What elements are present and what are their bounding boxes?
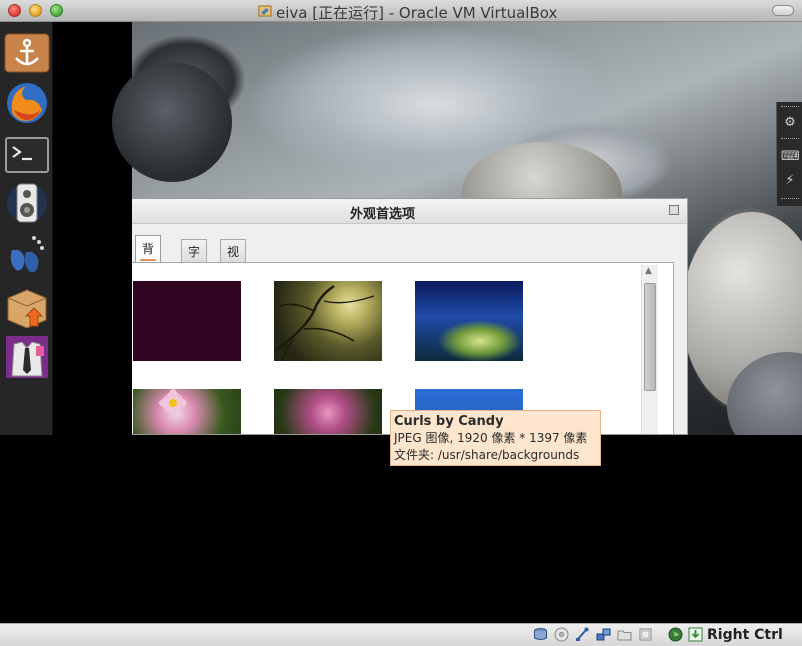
launcher-item-software-center[interactable] bbox=[4, 284, 50, 330]
tab-fonts[interactable]: 字体 bbox=[181, 239, 208, 283]
terminal-icon bbox=[5, 137, 49, 173]
shared-folder-icon[interactable] bbox=[617, 627, 632, 642]
tree-branches-graphic bbox=[273, 284, 375, 362]
shirt-tie-icon bbox=[6, 336, 48, 378]
launcher-item-terminal[interactable] bbox=[4, 132, 50, 178]
dialog-maximize-button[interactable] bbox=[669, 205, 679, 215]
window-title: eiva [正在运行] - Oracle VM VirtualBox bbox=[276, 4, 558, 22]
launcher-item-firefox[interactable] bbox=[4, 80, 50, 126]
launcher-item-appearance[interactable] bbox=[4, 334, 50, 380]
launcher-item-ubuntu-one[interactable] bbox=[4, 30, 50, 76]
toolbar-toggle-button[interactable] bbox=[772, 5, 794, 16]
plug-icon[interactable]: ⚡ bbox=[781, 172, 799, 190]
tooltip-info: JPEG 图像, 1920 像素 * 1397 像素 bbox=[394, 431, 588, 445]
wallpaper-thumbnail[interactable] bbox=[133, 281, 241, 361]
vbox-mini-toolbar: ⚙ ⌨ ⚡ bbox=[776, 102, 802, 206]
virtualbox-icon bbox=[258, 5, 272, 17]
tab-visual-effects[interactable]: 视觉效果 bbox=[220, 239, 247, 331]
flower-graphic bbox=[159, 389, 187, 417]
vbox-statusbar: Right Ctrl bbox=[0, 623, 802, 646]
chat-bubbles-icon bbox=[10, 236, 44, 273]
globe-icon[interactable] bbox=[668, 627, 683, 642]
wallpaper-thumbnail[interactable] bbox=[415, 281, 523, 361]
zoom-window-button[interactable] bbox=[50, 4, 63, 17]
network-icon[interactable] bbox=[596, 627, 611, 642]
gear-icon[interactable]: ⚙ bbox=[781, 114, 799, 132]
vbox-titlebar: eiva [正在运行] - Oracle VM VirtualBox bbox=[0, 0, 802, 22]
optical-disc-icon[interactable] bbox=[554, 627, 569, 642]
launcher-item-rhythmbox[interactable] bbox=[4, 180, 50, 226]
toolbar-grip bbox=[781, 198, 799, 201]
scrollbar-thumb[interactable] bbox=[644, 283, 656, 391]
toolbar-grip bbox=[781, 138, 799, 141]
launcher-item-empathy[interactable] bbox=[4, 230, 50, 276]
keyboard-icon[interactable]: ⌨ bbox=[781, 148, 800, 166]
firefox-icon bbox=[7, 83, 47, 123]
tab-background[interactable]: 背景 bbox=[135, 235, 162, 283]
guest-display[interactable]: ⚙ ⌨ ⚡ 外观首选项 背景 字体 视觉效果 bbox=[0, 22, 802, 435]
package-icon bbox=[7, 289, 47, 329]
host-key-label: Right Ctrl bbox=[707, 627, 783, 643]
minimize-window-button[interactable] bbox=[29, 4, 42, 17]
hard-disk-icon[interactable] bbox=[533, 627, 548, 642]
dialog-titlebar: 外观首选项 bbox=[132, 199, 687, 224]
wallpaper-thumbnail[interactable] bbox=[274, 389, 382, 434]
scroll-up-icon[interactable]: ▲ bbox=[645, 266, 652, 276]
tooltip-title: Curls by Candy bbox=[394, 414, 504, 429]
anchor-icon bbox=[4, 33, 50, 73]
speaker-icon bbox=[7, 183, 47, 223]
toolbar-grip bbox=[781, 106, 799, 109]
wallpaper-thumbnail[interactable] bbox=[133, 389, 241, 434]
dialog-title: 外观首选项 bbox=[350, 207, 416, 222]
usb-icon[interactable] bbox=[575, 627, 590, 642]
tooltip-folder: 文件夹: /usr/share/backgrounds bbox=[394, 448, 580, 462]
mouse-integration-icon[interactable] bbox=[688, 627, 703, 642]
thumbnail-scrollbar[interactable]: ▲ bbox=[641, 265, 658, 434]
wallpaper-rock bbox=[112, 62, 232, 182]
appearance-preferences-dialog: 外观首选项 背景 字体 视觉效果 bbox=[132, 198, 688, 435]
wallpaper-thumbnail[interactable] bbox=[273, 281, 382, 362]
video-capture-icon[interactable] bbox=[638, 627, 653, 642]
unity-launcher bbox=[0, 22, 53, 435]
wallpaper-tooltip: Curls by Candy JPEG 图像, 1920 像素 * 1397 像… bbox=[390, 410, 601, 466]
close-window-button[interactable] bbox=[8, 4, 21, 17]
